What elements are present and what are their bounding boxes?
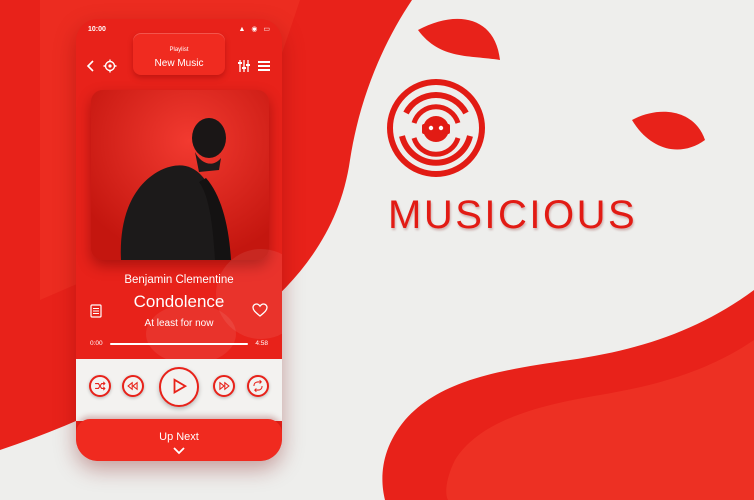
- phone-screen: 10:00 ▲ ◉ ▭ Playlist New Music Benjamin …: [76, 19, 282, 461]
- time-total: 4:58: [255, 340, 268, 347]
- brand-wordmark: MUSICIOUS: [388, 193, 638, 237]
- repeat-icon[interactable]: [247, 375, 269, 397]
- up-next-label: Up Next: [159, 431, 199, 443]
- status-time: 10:00: [88, 26, 106, 33]
- status-icons: ▲ ◉ ▭: [238, 26, 272, 33]
- chevron-down-icon: [173, 447, 185, 455]
- equalizer-icon[interactable]: [237, 59, 251, 73]
- decorative-blob: [146, 304, 236, 364]
- time-elapsed: 0:00: [90, 340, 103, 347]
- lyrics-icon[interactable]: [90, 304, 102, 318]
- play-icon[interactable]: [159, 367, 199, 407]
- settings-icon[interactable]: [103, 59, 117, 73]
- playlist-name: New Music: [154, 58, 204, 69]
- song-subtitle: At least for now: [144, 318, 214, 329]
- album-artwork: [91, 90, 269, 260]
- musicious-logo: [387, 79, 485, 177]
- rewind-icon[interactable]: [122, 375, 144, 397]
- progress-bar[interactable]: [110, 343, 248, 345]
- playlist-card[interactable]: Playlist New Music: [133, 33, 225, 75]
- artist-name: Benjamin Clementine: [124, 274, 234, 286]
- fast-forward-icon[interactable]: [213, 375, 235, 397]
- menu-icon[interactable]: [257, 59, 271, 73]
- up-next-button[interactable]: Up Next: [76, 419, 282, 461]
- playback-controls: [76, 359, 282, 421]
- artist-photo: [91, 90, 269, 260]
- playlist-label: Playlist: [169, 47, 189, 53]
- back-icon[interactable]: [84, 59, 98, 73]
- shuffle-icon[interactable]: [89, 375, 111, 397]
- heart-icon[interactable]: [252, 303, 268, 317]
